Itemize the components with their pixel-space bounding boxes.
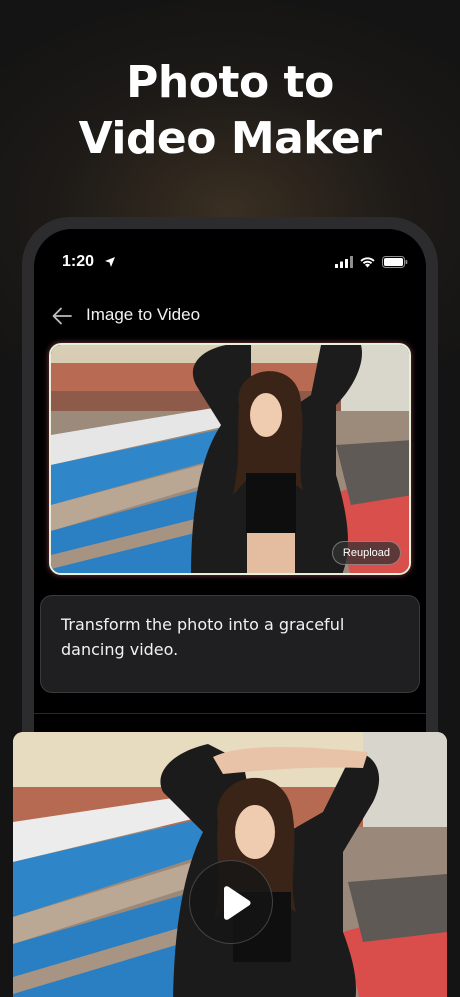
prompt-text: Transform the photo into a graceful danc… — [61, 615, 345, 659]
status-time: 1:20 — [62, 253, 95, 270]
prompt-input[interactable]: Transform the photo into a graceful danc… — [40, 595, 420, 693]
result-video-card[interactable] — [13, 732, 447, 997]
status-icons — [335, 256, 408, 268]
reupload-button[interactable]: Reupload — [331, 541, 401, 565]
cellular-signal-icon — [335, 256, 353, 268]
headline-line-1: Photo to — [126, 57, 334, 108]
battery-icon — [382, 256, 408, 268]
back-arrow-icon[interactable] — [52, 307, 72, 325]
headline-line-2: Video Maker — [78, 113, 382, 164]
nav-bar: Image to Video — [34, 303, 426, 333]
wifi-icon — [360, 257, 375, 268]
status-bar: 1:20 — [34, 253, 426, 275]
source-photo-card[interactable]: Reupload — [49, 343, 411, 575]
location-arrow-icon — [105, 257, 115, 267]
promo-headline: Photo to Video Maker — [0, 55, 460, 167]
play-button[interactable] — [189, 860, 273, 944]
divider — [34, 713, 426, 714]
play-icon — [224, 886, 251, 920]
page-title: Image to Video — [86, 305, 201, 324]
